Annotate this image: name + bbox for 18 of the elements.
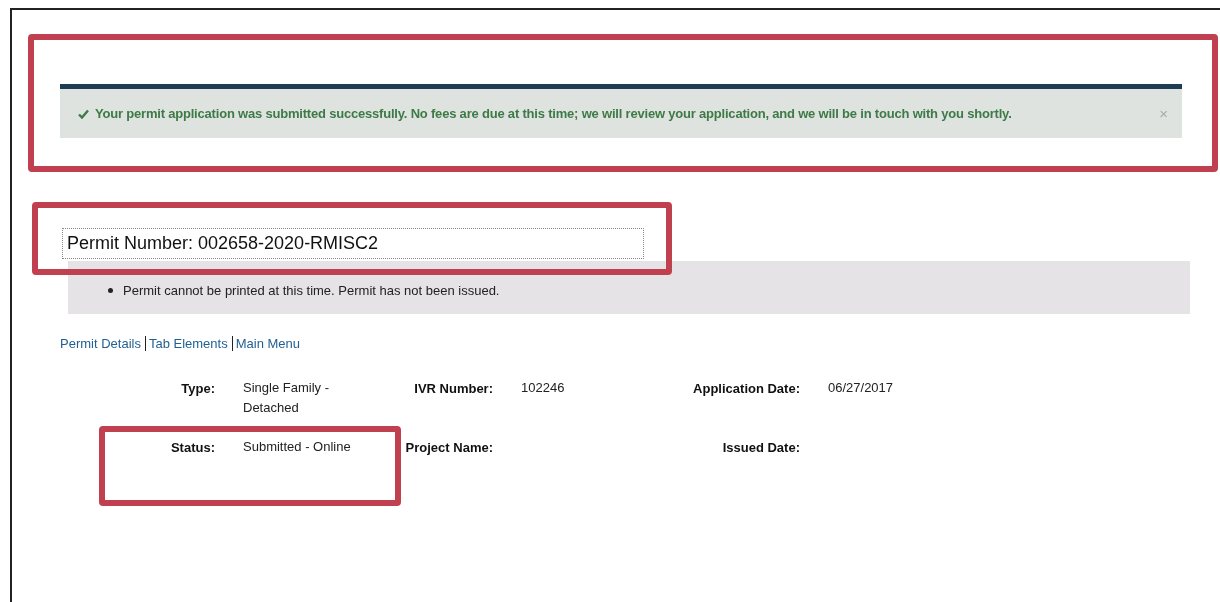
permit-number-heading: Permit Number: 002658-2020-RMISC2	[62, 228, 644, 259]
nav-link[interactable]: Permit Details	[60, 336, 145, 351]
field-label: Project Name:	[405, 440, 494, 455]
field-label: Type:	[181, 381, 216, 396]
field-label: Application Date:	[693, 381, 801, 396]
field-value: 06/27/2017	[828, 379, 895, 397]
field-value: 102246	[521, 379, 566, 397]
check-icon	[78, 108, 89, 119]
field-label: Status:	[170, 440, 243, 455]
field-label: IVR Number:	[414, 381, 494, 396]
notice-text: Permit cannot be printed at this time. Permit has not been issued.	[123, 283, 500, 298]
field-value: Submitted - Online	[243, 438, 352, 456]
success-message: Your permit application was submitted successfully. No fees are due at this time; we will review your application, and we will be in touch with you shortly.	[95, 106, 1013, 121]
nav-link[interactable]: Main Menu	[231, 336, 304, 351]
field-value: Single Family - Detached	[243, 379, 330, 417]
nav-link[interactable]: Tab Elements	[144, 336, 232, 351]
field-label: Issued Date:	[722, 440, 801, 455]
bullet-icon	[108, 288, 113, 293]
